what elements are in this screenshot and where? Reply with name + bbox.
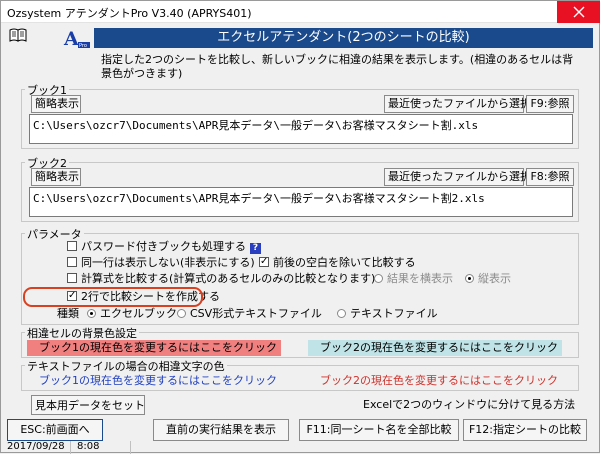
description-text: 指定した2つのシートを比較し、新しいブックに相違の結果を表示します。(相違のある… [101,53,574,80]
book1-path-field[interactable]: C:\Users\ozcr7\Documents\APR見本データ\一般データ\… [29,114,573,144]
type-excel-option[interactable]: エクセルブック [87,307,177,321]
book1-simple-view-button[interactable]: 簡略表示 [31,95,81,113]
window-title: Ozsystem アテンダントPro V3.40 (APRYS401) [7,7,252,20]
type-excel-radio[interactable] [87,309,96,318]
book2-bg-color-button[interactable]: ブック2の現在色を変更するにはここをクリック [308,340,562,356]
status-bar: 2017/09/28 8:08 [1,441,600,454]
status-time: 8:08 [71,441,131,454]
trim-spaces-option[interactable]: 前後の空白を除いて比較する [259,255,416,270]
compare-formulas-option[interactable]: 計算式を比較する(計算式のあるセルのみの比較となります) [67,272,375,286]
book1-recent-files-button[interactable]: 最近使ったファイルから選択 [384,95,531,113]
type-label: 種類 [57,307,79,320]
sample-data-button[interactable]: 見本用データをセット [31,395,145,415]
password-books-option[interactable]: パスワード付きブックも処理する? [67,240,261,254]
app-window: Ozsystem アテンダントPro V3.40 (APRYS401) A Pr… [0,0,600,454]
type-csv-option[interactable]: CSV形式テキストファイル [177,307,322,321]
book2-simple-view-button[interactable]: 簡略表示 [31,168,81,186]
book2-text-color-button[interactable]: ブック2の現在色を変更するにはここをクリック [308,373,562,389]
type-csv-radio[interactable] [177,309,186,318]
status-date: 2017/09/28 [1,441,71,454]
apr-logo-icon: A Pro [63,28,90,50]
diff-bg-label: 相違セルの背景色設定 [25,325,139,341]
book2-browse-button[interactable]: F8:参照 [526,168,574,186]
book1-bg-color-button[interactable]: ブック1の現在色を変更するにはここをクリック [27,340,281,356]
title-bar[interactable]: Ozsystem アテンダントPro V3.40 (APRYS401) [1,1,600,23]
close-icon [573,6,585,18]
type-text-option[interactable]: テキストファイル [337,307,438,321]
hide-same-rows-checkbox[interactable] [67,257,77,267]
split-window-hint[interactable]: Excelで2つのウィンドウに分けて見る方法 [363,398,575,412]
diff-text-label: テキストファイルの場合の相違文字の色 [25,358,227,374]
page-title: エクセルアテンダント(2つのシートの比較) [94,28,593,48]
result-vertical-radio[interactable] [465,274,474,283]
book1-text-color-button[interactable]: ブック1の現在色を変更するにはここをクリック [27,373,281,389]
svg-text:A: A [63,28,79,50]
result-horizontal-option[interactable]: 結果を横表示 [374,272,453,286]
type-text-radio[interactable] [337,309,346,318]
esc-back-button[interactable]: ESC:前画面へ [7,419,103,441]
close-button[interactable] [557,1,600,23]
prev-result-button[interactable]: 直前の実行結果を表示 [153,419,289,441]
book2-path-field[interactable]: C:\Users\ozcr7\Documents\APR見本データ\一般データ\… [29,187,573,217]
password-books-checkbox[interactable] [67,241,77,251]
trim-spaces-checkbox[interactable] [259,255,269,269]
f11-compare-all-button[interactable]: F11:同一シート名を全部比較 [299,419,459,441]
result-horizontal-radio[interactable] [374,274,383,283]
book-icon [9,28,27,42]
compare-formulas-checkbox[interactable] [67,273,77,283]
svg-text:Pro: Pro [79,43,87,49]
f12-compare-selected-button[interactable]: F12:指定シートの比較 [463,419,587,441]
hide-same-rows-option[interactable]: 同一行は表示しない(非表示にする) [67,256,255,270]
help-icon[interactable]: ? [250,243,261,254]
highlight-annotation [23,287,203,307]
result-vertical-option[interactable]: 縦表示 [465,272,511,286]
book1-browse-button[interactable]: F9:参照 [526,95,574,113]
book2-recent-files-button[interactable]: 最近使ったファイルから選択 [384,168,531,186]
